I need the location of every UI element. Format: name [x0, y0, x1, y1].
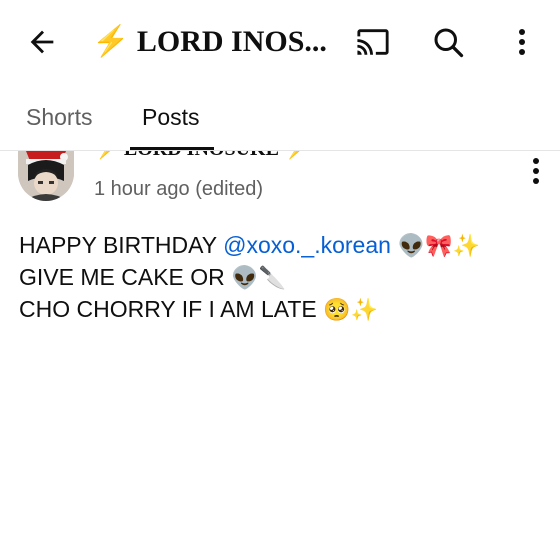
more-vertical-icon [533, 158, 539, 184]
emoji-group: 👽🔪 [231, 266, 286, 291]
channel-tabs: Shorts Posts [0, 90, 560, 150]
tab-posts[interactable]: Posts [142, 102, 200, 132]
post-line: HAPPY BIRTHDAY @xoxo._.korean 👽🎀✨ [19, 229, 549, 261]
post-line: CHO CHORRY IF I AM LATE 🥺✨ [19, 293, 549, 325]
post-more-button[interactable] [522, 157, 550, 193]
line-text: CHO CHORRY IF I AM LATE [19, 296, 324, 322]
cast-button[interactable] [352, 22, 394, 62]
tab-shorts[interactable]: Shorts [26, 102, 92, 132]
arrow-back-icon [30, 30, 54, 54]
avatar-image [18, 151, 74, 201]
emoji-group: 🥺✨ [323, 298, 378, 323]
community-post: ⚡ LORD INOSUKE ⚡ 1 hour ago (edited) HAP… [0, 151, 560, 560]
more-options-button[interactable] [504, 22, 540, 62]
post-timestamp: 1 hour ago (edited) [94, 178, 264, 200]
avatar[interactable] [18, 151, 74, 201]
more-vertical-icon [519, 29, 525, 55]
mention-link[interactable]: @xoxo._.korean [223, 232, 391, 258]
line-text: GIVE ME CAKE OR [19, 264, 232, 290]
post-text: HAPPY BIRTHDAY @xoxo._.korean 👽🎀✨ GIVE M… [19, 229, 549, 325]
channel-title: ⚡ LORD INOS... [92, 25, 327, 58]
back-button[interactable] [22, 22, 62, 62]
search-button[interactable] [428, 22, 468, 62]
post-author[interactable]: ⚡ LORD INOSUKE ⚡ [94, 151, 394, 161]
top-app-bar: ⚡ LORD INOS... [0, 0, 560, 84]
search-icon [434, 28, 464, 58]
line-text: HAPPY BIRTHDAY [19, 232, 224, 258]
cast-icon [357, 29, 389, 55]
emoji-group: 👽🎀✨ [390, 234, 481, 259]
post-line: GIVE ME CAKE OR 👽🔪 [19, 261, 549, 293]
